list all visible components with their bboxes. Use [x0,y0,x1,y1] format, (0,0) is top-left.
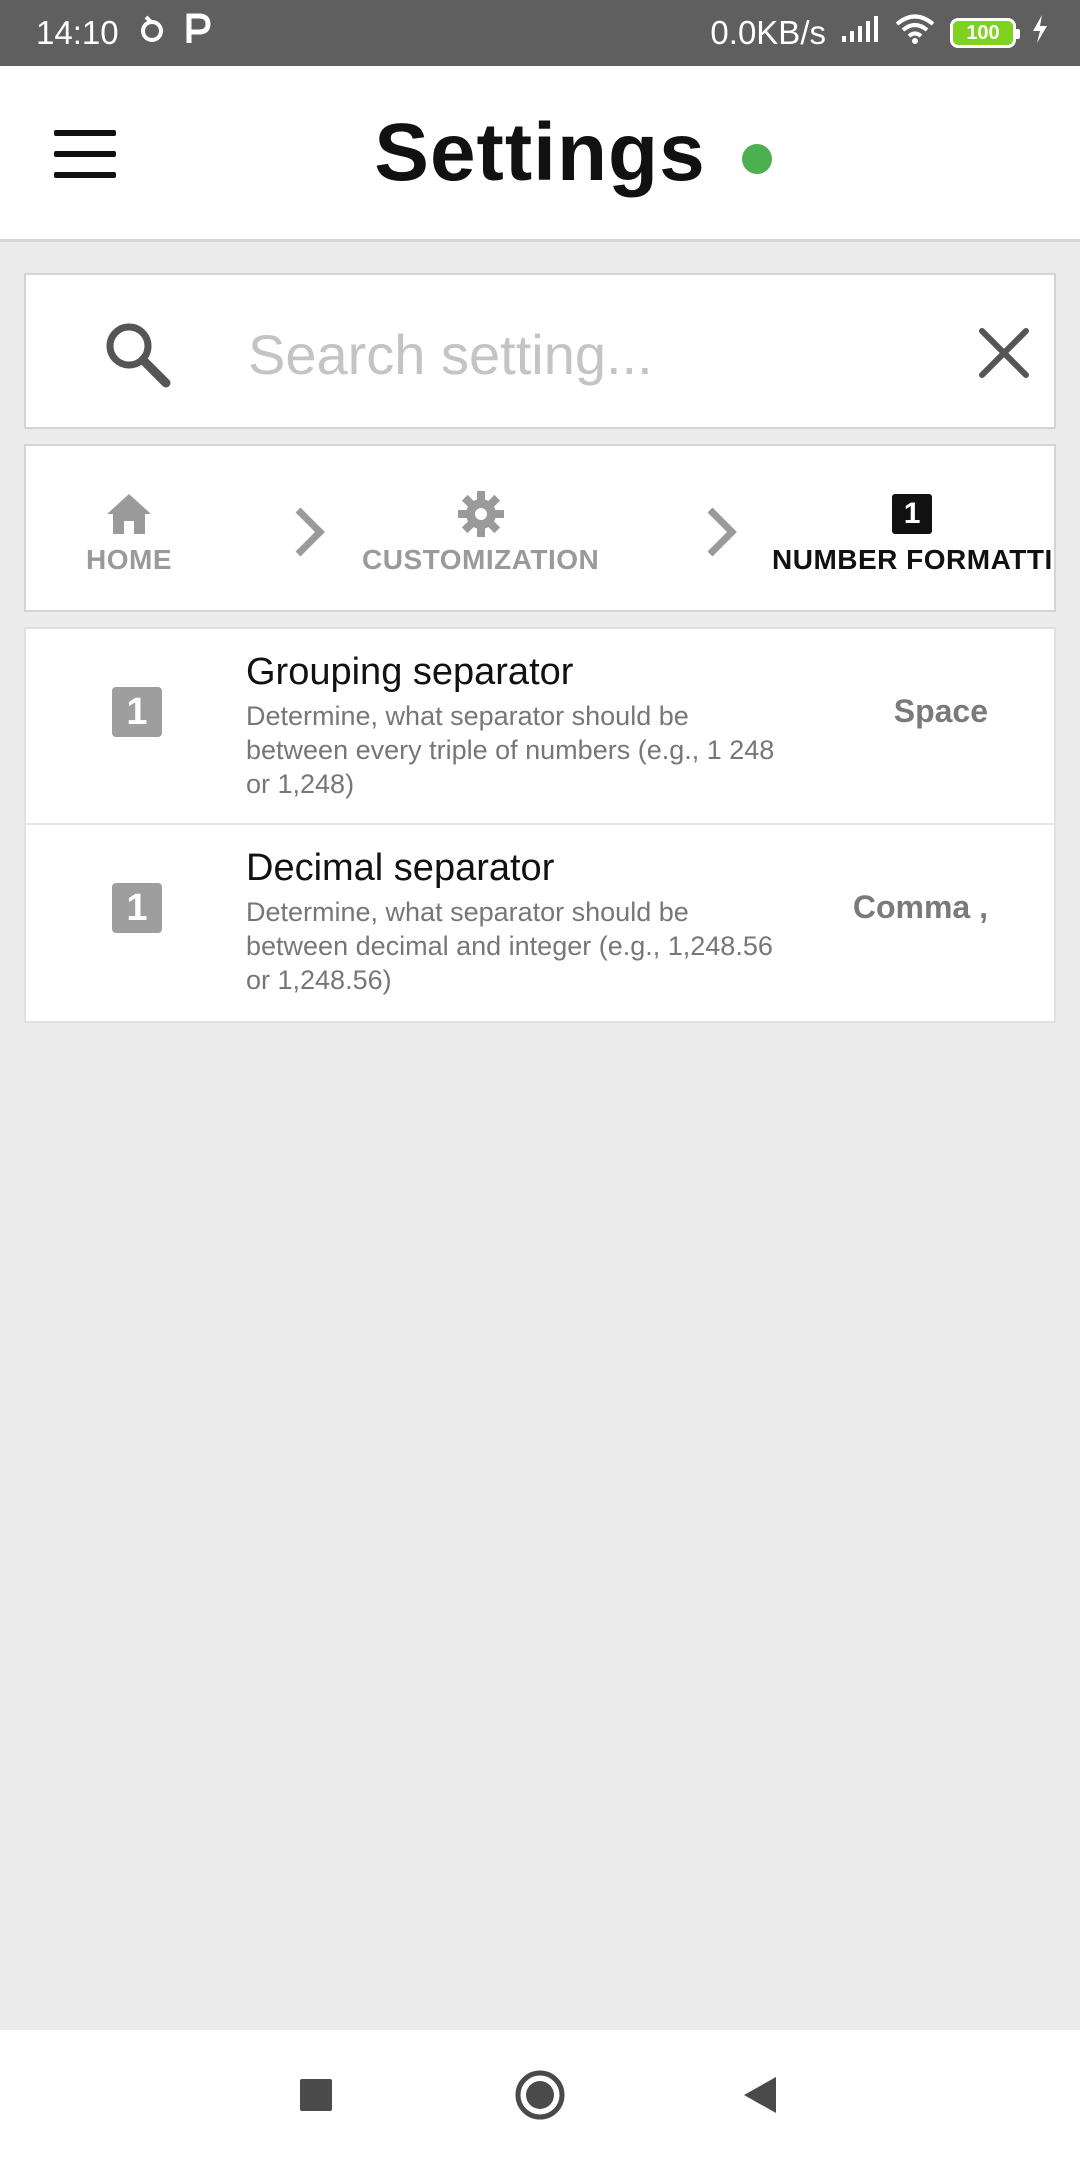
home-icon [105,490,153,538]
sync-icon [137,14,167,52]
breadcrumb-customization[interactable]: CUSTOMIZATION [362,490,599,576]
setting-decimal-separator[interactable]: 1 Decimal separator Determine, what sepa… [26,825,1054,1021]
net-speed: 0.0KB/s [710,14,826,51]
parking-icon [185,13,211,53]
page-title: Settings [374,107,706,198]
back-button[interactable] [725,2060,795,2130]
status-bar: 14:10 0.0KB/s 100 [0,0,1080,66]
chevron-right-icon [702,504,742,560]
setting-grouping-separator[interactable]: 1 Grouping separator Determine, what sep… [26,629,1054,825]
battery-icon: 100 [950,18,1020,48]
setting-value[interactable]: Space [894,693,988,730]
breadcrumb-label: HOME [86,544,172,575]
setting-description: Determine, what separator should be betw… [246,701,775,799]
status-left: 14:10 [36,13,211,53]
setting-title: Grouping separator [246,651,574,693]
close-icon[interactable] [970,319,1038,387]
wifi-icon [894,13,936,53]
search-icon[interactable] [100,317,174,391]
breadcrumb: HOME CUSTOMIZATION 1 NUMBER FORMATTI [24,444,1056,612]
back-triangle-icon [744,2077,776,2113]
connection-status-dot [742,144,772,174]
search-input[interactable] [248,309,908,399]
home-button[interactable] [505,2060,575,2130]
breadcrumb-number-formatting[interactable]: 1 NUMBER FORMATTI [772,490,1053,576]
search-bar [24,273,1056,429]
signal-icon [840,14,880,52]
setting-description: Determine, what separator should be betw… [246,897,773,995]
setting-title: Decimal separator [246,847,555,889]
number-badge-icon: 1 [112,687,162,737]
number-one-badge-icon: 1 [892,490,933,538]
settings-list: 1 Grouping separator Determine, what sep… [24,627,1056,1023]
chevron-right-icon [290,504,330,560]
number-badge: 1 [892,494,933,534]
gear-icon [457,490,505,538]
charging-icon [1030,14,1050,52]
square-icon [300,2079,332,2111]
breadcrumb-home[interactable]: HOME [86,490,172,576]
app-header: Settings [0,66,1080,242]
circle-icon [515,2070,565,2120]
setting-value[interactable]: Comma , [853,889,988,926]
status-time: 14:10 [36,14,119,51]
recent-apps-button[interactable] [281,2060,351,2130]
number-badge-icon: 1 [112,883,162,933]
breadcrumb-label: CUSTOMIZATION [362,544,600,575]
breadcrumb-label: NUMBER FORMATTI [772,544,1053,575]
navigation-bar [0,2030,1080,2160]
status-right: 0.0KB/s 100 [710,13,1050,53]
